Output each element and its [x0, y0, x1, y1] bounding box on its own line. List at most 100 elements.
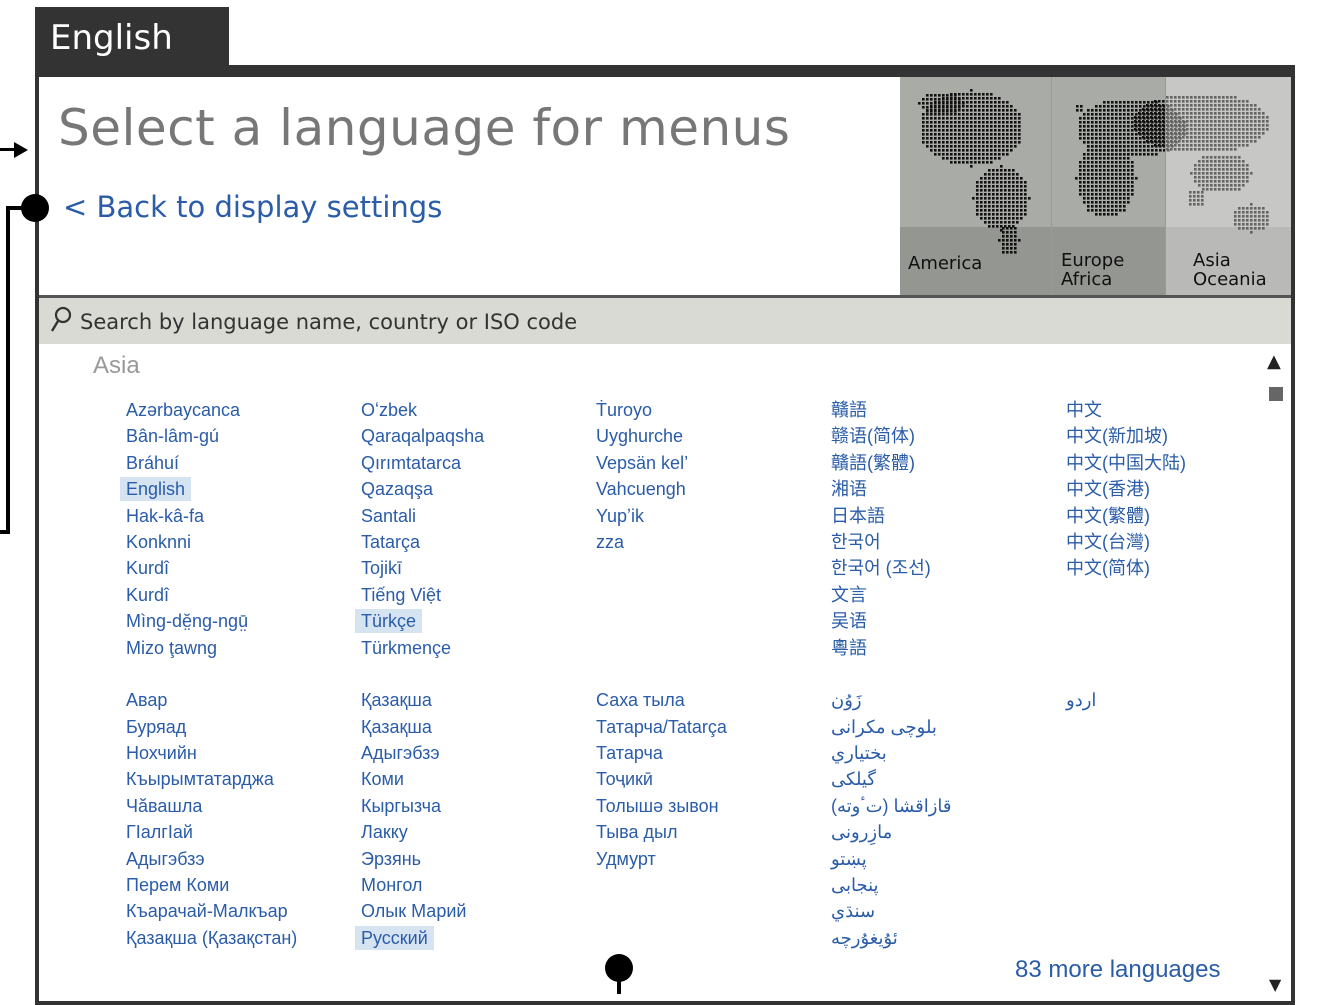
language-item[interactable]: Bân-lâm-gú — [120, 423, 350, 449]
language-item[interactable]: 中文(繁體) — [1060, 503, 1290, 529]
language-item[interactable]: 贛語 — [825, 397, 1055, 423]
language-item[interactable]: Yupʼik — [590, 503, 820, 529]
language-item[interactable]: Қазақша (Қазақстан) — [120, 925, 350, 951]
language-item[interactable]: 吴语 — [825, 608, 1055, 634]
language-item[interactable]: Кыргызча — [355, 793, 585, 819]
language-item[interactable]: Uyghurche — [590, 423, 820, 449]
language-item[interactable]: 中文(新加坡) — [1060, 423, 1290, 449]
language-item[interactable]: 中文(香港) — [1060, 476, 1290, 502]
region-europe-africa[interactable]: Europe Africa — [1052, 77, 1166, 295]
language-item[interactable]: Kurdî — [120, 555, 350, 581]
back-link[interactable]: < Back to display settings — [63, 190, 442, 224]
more-languages-link[interactable]: 83 more languages — [1015, 956, 1220, 984]
language-item[interactable]: Hak-kâ-fa — [120, 503, 350, 529]
language-item[interactable]: Vepsän kel’ — [590, 450, 820, 476]
language-item[interactable]: Mizo ţawng — [120, 635, 350, 661]
language-item[interactable]: Türkmençe — [355, 635, 585, 661]
language-item[interactable]: Қазақша — [355, 714, 585, 740]
region-asia-oceania[interactable]: Asia Oceania — [1166, 77, 1291, 295]
triangle-up-icon[interactable]: ▲ — [1267, 351, 1281, 372]
language-item[interactable]: 中文(台灣) — [1060, 529, 1290, 555]
language-item[interactable]: 文言 — [825, 582, 1055, 608]
language-item[interactable]: Vahcuengh — [590, 476, 820, 502]
region-america[interactable]: America — [900, 77, 1052, 295]
language-item[interactable]: Коми — [355, 766, 585, 792]
language-item[interactable]: Русский — [355, 925, 585, 951]
language-item[interactable]: 中文 — [1060, 397, 1290, 423]
language-item[interactable]: Чӑвашла — [120, 793, 350, 819]
language-item[interactable]: Mìng-dĕ̤ng-ngṳ̄ — [120, 608, 350, 634]
language-item[interactable]: قازاقشا (تٴوتە) — [825, 793, 1055, 819]
language-item[interactable]: 日本語 — [825, 503, 1055, 529]
language-item[interactable]: Тоҷикӣ — [590, 766, 820, 792]
language-item[interactable]: Azərbaycanca — [120, 397, 350, 423]
language-item[interactable]: Олык Марий — [355, 898, 585, 924]
language-item[interactable]: Тыва дыл — [590, 819, 820, 845]
tab-label: English — [50, 18, 173, 58]
language-label: 中文(中国大陆) — [1066, 452, 1186, 473]
language-label: Santali — [361, 505, 417, 526]
language-item[interactable]: پښتو — [825, 846, 1055, 872]
language-item[interactable]: Tiếng Việt — [355, 582, 585, 608]
language-item[interactable]: Саха тыла — [590, 687, 820, 713]
language-item[interactable]: اردو — [1060, 687, 1290, 713]
language-item[interactable]: Qırımtatarca — [355, 450, 585, 476]
language-item[interactable]: ГIалгIай — [120, 819, 350, 845]
language-item[interactable]: Qazaqşa — [355, 476, 585, 502]
language-item[interactable]: Kurdî — [120, 582, 350, 608]
language-item[interactable]: zza — [590, 529, 820, 555]
language-item[interactable]: مازِرونی — [825, 819, 1055, 845]
language-item[interactable]: Bráhuí — [120, 450, 350, 476]
language-item[interactable]: Татарча — [590, 740, 820, 766]
language-item[interactable]: Қазақша — [355, 687, 585, 713]
language-item[interactable]: ئۇيغۇرچە — [825, 925, 1055, 951]
language-item[interactable]: 湘语 — [825, 476, 1055, 502]
language-item[interactable]: Авар — [120, 687, 350, 713]
language-item[interactable]: Qaraqalpaqsha — [355, 423, 585, 449]
language-item[interactable]: Лакку — [355, 819, 585, 845]
language-item[interactable]: Santali — [355, 503, 585, 529]
triangle-down-icon[interactable]: ▼ — [1269, 975, 1281, 994]
scrollbar-thumb[interactable] — [1269, 387, 1283, 401]
language-item[interactable]: پنجابی — [825, 872, 1055, 898]
language-item[interactable]: 한국어 (조선) — [825, 555, 1055, 581]
language-item[interactable]: زَوُن — [825, 687, 1055, 713]
language-item[interactable]: Буряад — [120, 714, 350, 740]
language-item[interactable]: 粵語 — [825, 635, 1055, 661]
language-item[interactable]: 한국어 — [825, 529, 1055, 555]
language-item[interactable]: Адыгэбзэ — [355, 740, 585, 766]
language-label: Yupʼik — [596, 505, 645, 526]
language-item[interactable]: Tojikī — [355, 555, 585, 581]
language-item[interactable]: Türkçe — [355, 608, 585, 634]
language-item[interactable]: Толышә зывон — [590, 793, 820, 819]
language-item[interactable]: Эрзянь — [355, 846, 585, 872]
language-item[interactable]: 赣语(简体) — [825, 423, 1055, 449]
language-item[interactable]: Konknni — [120, 529, 350, 555]
language-item[interactable]: Къарачай-Малкъар — [120, 898, 350, 924]
language-item[interactable]: Ṫuroyo — [590, 397, 820, 423]
language-item[interactable]: 中文(中国大陆) — [1060, 450, 1290, 476]
language-tab[interactable]: English — [35, 7, 229, 65]
search-bar[interactable]: Search by language name, country or ISO … — [39, 298, 1291, 344]
language-label: Kurdî — [126, 558, 170, 579]
language-item[interactable]: Къырымтатарджа — [120, 766, 350, 792]
language-item[interactable]: Татарча/Tatarça — [590, 714, 820, 740]
search-input[interactable]: Search by language name, country or ISO … — [80, 310, 577, 334]
language-item[interactable]: Монгол — [355, 872, 585, 898]
language-item[interactable]: 贛語(繁體) — [825, 450, 1055, 476]
language-item[interactable]: بلوچی مکرانی — [825, 714, 1055, 740]
language-item[interactable]: Tatarça — [355, 529, 585, 555]
language-item[interactable]: 中文(简体) — [1060, 555, 1290, 581]
language-item[interactable]: English — [120, 476, 350, 502]
language-item[interactable]: سنڌي — [825, 898, 1055, 924]
language-item[interactable]: Нохчийн — [120, 740, 350, 766]
language-item[interactable]: Адыгэбзэ — [120, 846, 350, 872]
language-item[interactable]: Oʻzbek — [355, 397, 585, 423]
language-label: Қазақша (Қазақстан) — [126, 927, 298, 948]
language-item[interactable]: Удмурт — [590, 846, 820, 872]
language-item[interactable]: Перем Коми — [120, 872, 350, 898]
language-item[interactable]: بختياري — [825, 740, 1055, 766]
language-item[interactable]: گیلکی — [825, 766, 1055, 792]
